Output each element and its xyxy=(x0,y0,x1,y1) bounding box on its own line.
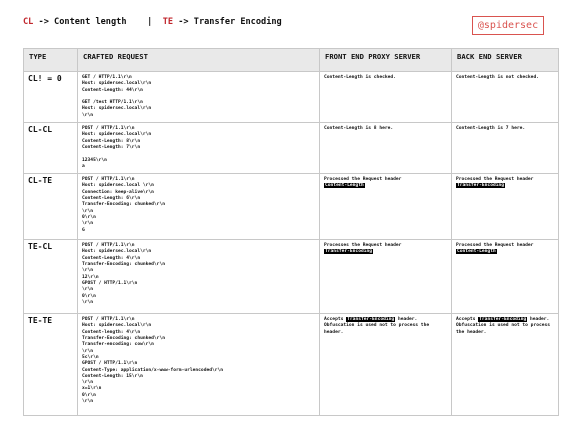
legend-cl-text: -> Content length | xyxy=(33,17,163,27)
back-end-cell: Content-Length is 7 here. xyxy=(451,122,559,175)
smuggling-table: TYPE CRAFTED REQUEST FRONT END PROXY SER… xyxy=(23,48,559,417)
back-end-text: Processed the Request header xyxy=(456,177,534,183)
type-cell: TE-CL xyxy=(23,239,78,315)
request-cell: GET / HTTP/1.1\r\n Host: spidersec.local… xyxy=(77,70,320,124)
table-row: TE-TE POST / HTTP/1.1\r\n Host: spiderse… xyxy=(23,313,559,417)
type-cell: CL-TE xyxy=(23,173,78,241)
back-end-cell: Processed the Request header Transfer-En… xyxy=(451,173,559,241)
request-cell: POST / HTTP/1.1\r\n Host: spidersec.loca… xyxy=(77,173,320,241)
back-end-cell: Processed the Request header Content-Len… xyxy=(451,239,559,315)
request-cell: POST / HTTP/1.1\r\n Host: spidersec.loca… xyxy=(77,239,320,315)
header-crafted-request: CRAFTED REQUEST xyxy=(77,48,320,72)
request-line: \r\n xyxy=(82,112,94,118)
request-line: \r\n xyxy=(82,299,94,305)
header-type: TYPE xyxy=(23,48,78,72)
request-line: a xyxy=(82,163,85,169)
front-end-text: Processes the Request header xyxy=(324,243,402,249)
front-end-text: Accepts xyxy=(324,317,347,323)
type-cell: CL-CL xyxy=(23,122,78,175)
front-end-cell: Processes the Request header Transfer-Enc… xyxy=(319,239,452,315)
request-line: G xyxy=(82,227,85,233)
back-end-cell: Content-Length is not checked. xyxy=(451,70,559,124)
front-end-text: Processed the Request header xyxy=(324,177,402,183)
request-cell: POST / HTTP/1.1\r\n Host: spidersec.loca… xyxy=(77,313,320,417)
header-front-end: FRONT END PROXY SERVER xyxy=(319,48,452,72)
request-line: \r\n xyxy=(82,399,94,405)
request-cell: POST / HTTP/1.1\r\n Host: spidersec.loca… xyxy=(77,122,320,175)
highlighted-header: Transfer-Encoding xyxy=(456,183,506,189)
brand-badge: @spidersec xyxy=(472,16,544,35)
highlighted-header: Transfer-Encoding xyxy=(324,249,374,255)
table-row: TE-CL POST / HTTP/1.1\r\n Host: spiderse… xyxy=(23,239,559,315)
legend: CL -> Content length | TE -> Transfer En… xyxy=(23,17,282,27)
type-cell: CL! = 0 xyxy=(23,70,78,124)
legend-te-abbr: TE xyxy=(162,17,174,27)
back-end-text: Accepts xyxy=(456,317,479,323)
legend-te-text: -> Transfer Encoding xyxy=(173,17,282,27)
front-end-cell: Accepts Transfer-Encoding header. Obfusc… xyxy=(319,313,452,417)
back-end-text: Processed the Request header xyxy=(456,243,534,249)
highlighted-header: Transfer-Encoding xyxy=(346,317,396,323)
front-end-cell: Content-Length is checked. xyxy=(319,70,452,124)
legend-cl-abbr: CL xyxy=(23,17,34,27)
highlighted-header: Transfer-Encoding xyxy=(478,317,528,323)
back-end-cell: Accepts Transfer-Encoding header. Obfusc… xyxy=(451,313,559,417)
front-end-cell: Processed the Request header Content-Leng… xyxy=(319,173,452,241)
type-cell: TE-TE xyxy=(23,313,78,417)
highlighted-header: Content-Length xyxy=(324,183,365,189)
table-row: CL-TE POST / HTTP/1.1\r\n Host: spiderse… xyxy=(23,173,559,241)
table-row: CL-CL POST / HTTP/1.1\r\n Host: spiderse… xyxy=(23,122,559,175)
table-row: CL! = 0 GET / HTTP/1.1\r\n Host: spiders… xyxy=(23,70,559,124)
front-end-cell: Content-Length is 8 here. xyxy=(319,122,452,175)
header-back-end: BACK END SERVER xyxy=(451,48,559,72)
table-header-row: TYPE CRAFTED REQUEST FRONT END PROXY SER… xyxy=(23,48,559,72)
highlighted-header: Content-Length xyxy=(456,249,497,255)
